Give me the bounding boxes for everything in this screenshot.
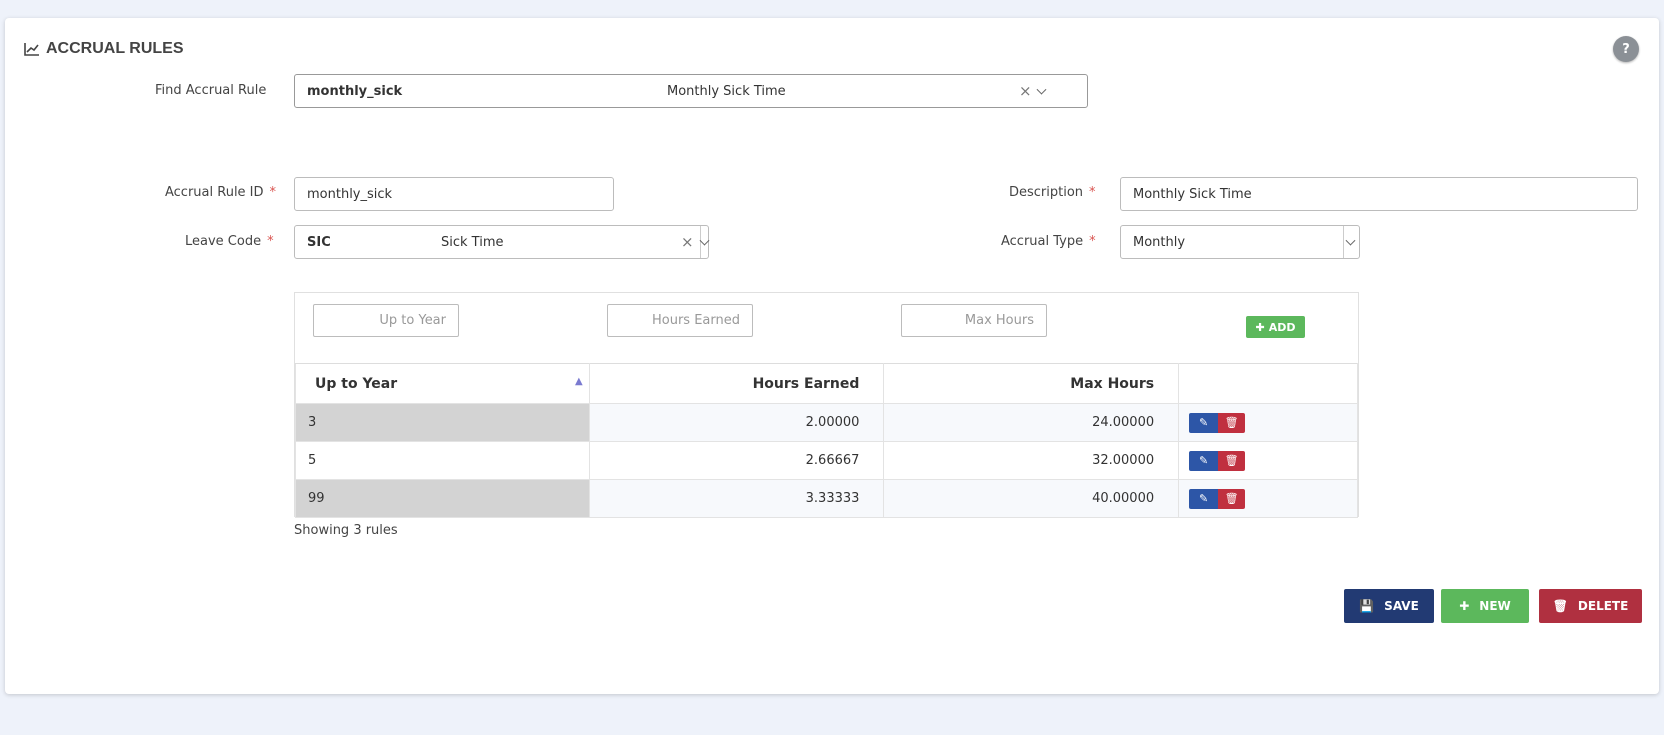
add-button[interactable]: ✚ ADD (1246, 316, 1305, 338)
trash-icon[interactable]: 🗑 (1218, 488, 1246, 509)
page-title-text: ACCRUAL RULES (46, 40, 184, 57)
leave-code-chevron-down-icon[interactable] (699, 235, 710, 246)
cell-max-hours: 24.00000 (883, 403, 1180, 442)
find-rule-description: Monthly Sick Time (667, 83, 786, 99)
leave-code-value: SIC (307, 234, 331, 250)
find-chevron-down-icon[interactable] (1036, 84, 1047, 95)
help-button[interactable]: ? (1613, 36, 1639, 62)
find-accrual-rule-select[interactable]: monthly_sick Monthly Sick Time × (294, 74, 1088, 108)
description-input[interactable]: Monthly Sick Time (1120, 177, 1638, 211)
floppy-disk-icon: 💾 (1359, 599, 1375, 613)
max-hours-input[interactable]: Max Hours (901, 304, 1047, 337)
cell-max-hours: 32.00000 (883, 441, 1180, 480)
find-accrual-rule-label: Find Accrual Rule (155, 83, 267, 98)
trash-icon[interactable]: 🗑 (1218, 412, 1246, 433)
leave-code-clear-icon[interactable]: × (681, 233, 694, 251)
cell-actions: ✎ 🗑 (1178, 441, 1358, 480)
accrual-rule-id-value: monthly_sick (307, 186, 393, 202)
new-button[interactable]: ✚ NEW (1441, 589, 1529, 623)
column-header-max-hours[interactable]: Max Hours (883, 363, 1180, 404)
hours-earned-input[interactable]: Hours Earned (607, 304, 753, 337)
column-header-hours-earned[interactable]: Hours Earned (588, 363, 885, 404)
save-button[interactable]: 💾 SAVE (1344, 589, 1434, 623)
find-rule-code: monthly_sick (307, 83, 403, 99)
accrual-type-chevron-down-icon[interactable] (1345, 235, 1356, 246)
cell-hours-earned: 2.66667 (588, 441, 885, 480)
trash-icon[interactable]: 🗑 (1218, 450, 1246, 471)
accrual-rule-id-label: Accrual Rule ID * (165, 185, 277, 200)
edit-icon[interactable]: ✎ (1189, 488, 1219, 509)
accrual-rule-id-input[interactable]: monthly_sick (294, 177, 614, 211)
page-title: ACCRUAL RULES (24, 40, 183, 58)
cell-up-to-year: 99 (295, 479, 590, 518)
cell-hours-earned: 2.00000 (588, 403, 885, 442)
description-label: Description * (1009, 185, 1096, 200)
accrual-rules-card: ACCRUAL RULES ? Find Accrual Rule monthl… (5, 18, 1659, 694)
edit-icon[interactable]: ✎ (1189, 450, 1219, 471)
line-chart-icon (24, 43, 39, 56)
leave-code-label: Leave Code * (185, 234, 274, 249)
column-header-actions (1178, 363, 1358, 404)
accrual-type-select[interactable]: Monthly (1120, 225, 1360, 259)
table-row[interactable]: 99 3.33333 40.00000 ✎ 🗑 (295, 479, 1358, 518)
sort-ascending-icon[interactable]: ▲ (575, 376, 583, 387)
edit-icon[interactable]: ✎ (1189, 412, 1219, 433)
leave-code-select[interactable]: SIC Sick Time × (294, 225, 710, 259)
delete-button[interactable]: 🗑 DELETE (1539, 589, 1642, 623)
table-row[interactable]: 5 2.66667 32.00000 ✎ 🗑 (295, 441, 1358, 480)
plus-icon: ✚ (1255, 320, 1265, 334)
showing-count: Showing 3 rules (294, 523, 398, 538)
cell-hours-earned: 3.33333 (588, 479, 885, 518)
accrual-rules-grid: Up to Year Hours Earned Max Hours ✚ ADD … (294, 292, 1359, 518)
find-clear-icon[interactable]: × (1019, 82, 1032, 100)
up-to-year-input[interactable]: Up to Year (313, 304, 459, 337)
description-value: Monthly Sick Time (1133, 186, 1252, 202)
cell-up-to-year: 5 (295, 441, 590, 480)
accrual-rules-table: Up to Year ▲ Hours Earned Max Hours 3 2.… (295, 363, 1358, 518)
plus-icon: ✚ (1459, 599, 1470, 613)
column-header-up-to-year[interactable]: Up to Year ▲ (295, 363, 590, 404)
cell-max-hours: 40.00000 (883, 479, 1180, 518)
table-header-row: Up to Year ▲ Hours Earned Max Hours (295, 363, 1358, 404)
trash-icon: 🗑 (1552, 599, 1568, 613)
cell-actions: ✎ 🗑 (1178, 479, 1358, 518)
accrual-type-value: Monthly (1133, 234, 1186, 250)
cell-up-to-year: 3 (295, 403, 590, 442)
cell-actions: ✎ 🗑 (1178, 403, 1358, 442)
leave-code-description: Sick Time (441, 234, 504, 250)
accrual-type-label: Accrual Type * (1001, 234, 1096, 249)
table-row[interactable]: 3 2.00000 24.00000 ✎ 🗑 (295, 403, 1358, 442)
